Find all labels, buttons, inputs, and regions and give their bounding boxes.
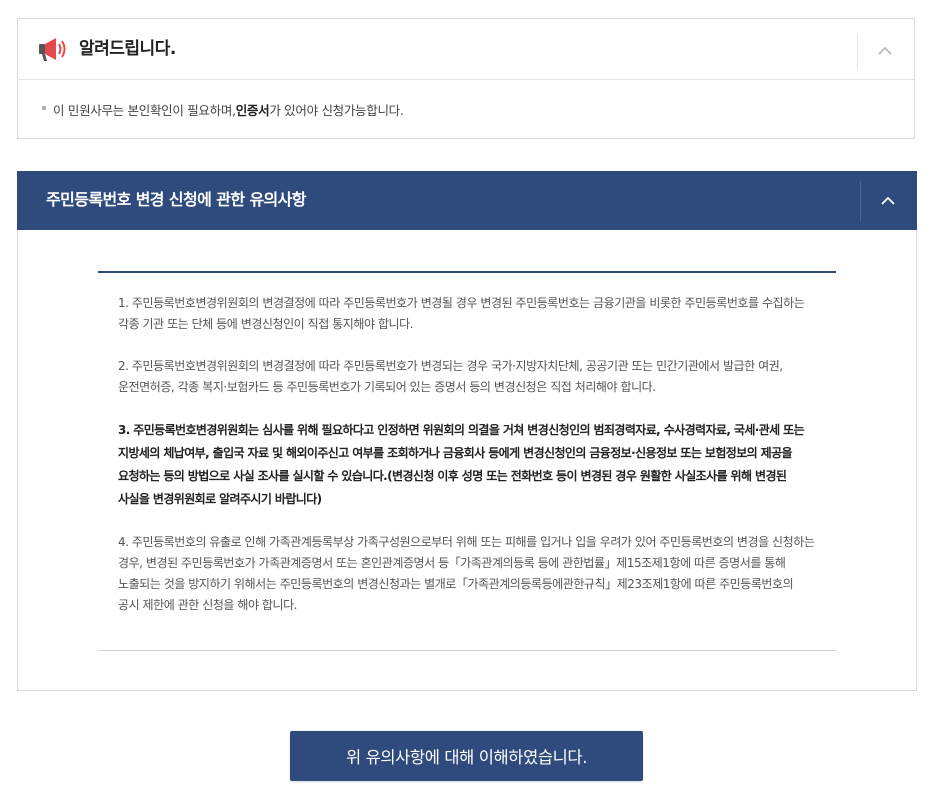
notice-text-before: 이 민원사무는 본인확인이 필요하며,: [53, 102, 236, 118]
caution-item-3: 3. 주민등록번호변경위원회는 심사를 위해 필요하다고 인정하면 위원회의 의…: [118, 423, 805, 506]
chevron-up-icon: [878, 46, 892, 55]
notice-header: 알려드립니다.: [18, 19, 914, 80]
caution-section: 주민등록번호 변경 신청에 관한 유의사항 1. 주민등록번호변경위원회의 변경…: [17, 171, 917, 691]
notice-box: 알려드립니다. 이 민원사무는 본인확인이 필요하며, 인증서 가 있어야 신청…: [17, 18, 915, 139]
megaphone-icon: [38, 36, 70, 62]
confirm-understood-button[interactable]: 위 유의사항에 대해 이해하였습니다.: [290, 731, 643, 781]
notice-text-bold: 인증서: [235, 102, 270, 118]
notice-collapse-button[interactable]: [857, 33, 914, 69]
caution-section-title: 주민등록번호 변경 신청에 관한 유의사항: [46, 190, 307, 209]
caution-item-1: 1. 주민등록번호변경위원회의 변경결정에 따라 주민등록번호가 변경될 경우 …: [118, 296, 805, 331]
bullet-icon: [42, 106, 46, 110]
caution-content: 1. 주민등록번호변경위원회의 변경결정에 따라 주민등록번호가 변경될 경우 …: [98, 271, 836, 651]
notice-message: 이 민원사무는 본인확인이 필요하며, 인증서 가 있어야 신청가능합니다.: [18, 80, 914, 138]
chevron-up-icon: [881, 196, 895, 205]
caution-collapse-button[interactable]: [860, 181, 917, 221]
notice-text-after: 가 있어야 신청가능합니다.: [269, 102, 404, 118]
caution-item-2: 2. 주민등록번호변경위원회의 변경결정에 따라 주민등록번호가 변경되는 경우…: [118, 359, 783, 394]
caution-item-4: 4. 주민등록번호의 유출로 인해 가족관계등록부상 가족구성원으로부터 위해 …: [118, 535, 815, 612]
caution-section-header: 주민등록번호 변경 신청에 관한 유의사항: [17, 171, 917, 230]
notice-title: 알려드립니다.: [79, 39, 176, 59]
